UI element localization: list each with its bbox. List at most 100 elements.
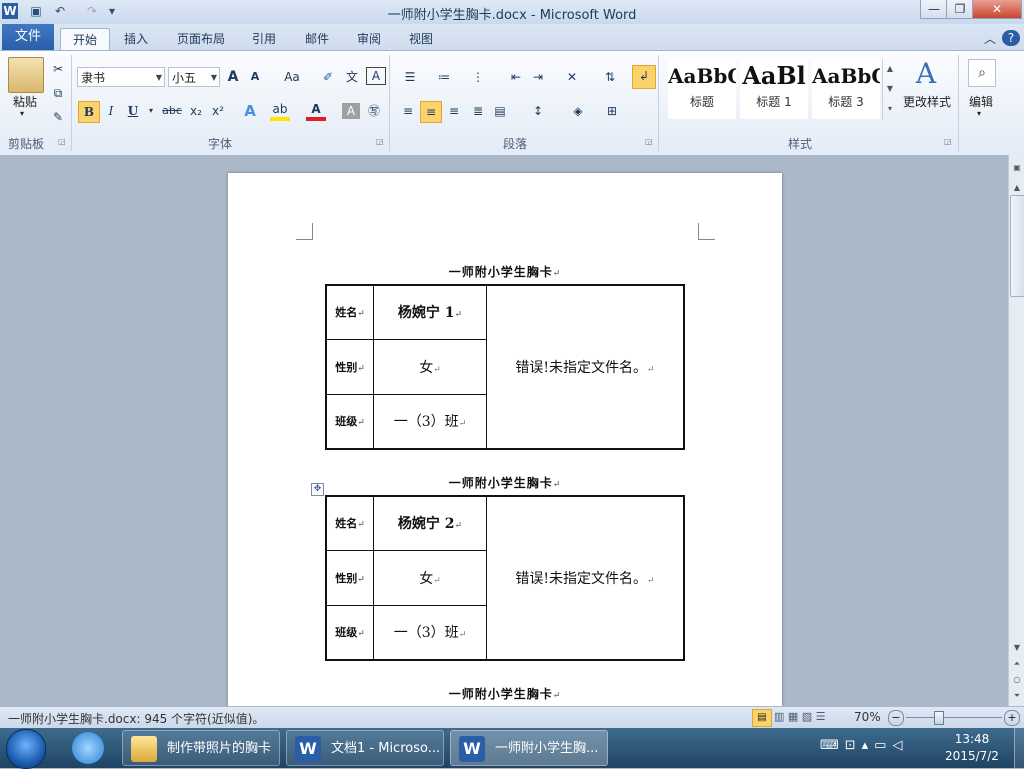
sort-icon[interactable]: ⇅	[600, 67, 620, 87]
tray-icons[interactable]: ⌨⊡▴▭◁	[820, 738, 908, 753]
help-icon[interactable]: ?	[1002, 30, 1020, 46]
superscript-button[interactable]: x²	[208, 101, 228, 121]
italic-button[interactable]: I	[102, 101, 120, 121]
previous-page-icon[interactable]: ⏶	[1009, 657, 1024, 671]
editing-button-label[interactable]: 编辑	[962, 93, 1000, 110]
tab-home[interactable]: 开始	[60, 28, 110, 51]
align-center-icon[interactable]: ≡	[420, 101, 442, 123]
close-button[interactable]: ✕	[972, 0, 1022, 19]
zoom-level[interactable]: 70%	[854, 710, 881, 724]
scroll-up-icon[interactable]: ▲	[1009, 181, 1024, 195]
styles-scroll-icon[interactable]: ▲ ▼ ▾	[882, 59, 897, 119]
browser-icon[interactable]	[72, 732, 104, 764]
clear-format-icon[interactable]: ✐	[318, 67, 338, 87]
align-right-icon[interactable]: ≡	[444, 101, 464, 121]
enclose-char-icon[interactable]: ㊢	[364, 101, 384, 121]
vertical-scrollbar[interactable]: ▣ ▲ ▼ ⏶ ○ ⏷	[1008, 155, 1024, 706]
scroll-thumb[interactable]	[1010, 195, 1024, 297]
zoom-in-button[interactable]: +	[1004, 710, 1020, 726]
justify-icon[interactable]: ≣	[468, 101, 488, 121]
start-button[interactable]	[6, 729, 46, 769]
shading-icon[interactable]: ◈	[566, 101, 590, 121]
underline-dropdown-icon[interactable]: ▾	[146, 101, 156, 121]
word-count-status[interactable]: 一师附小学生胸卡.docx: 945 个字符(近似值)。	[8, 710, 264, 727]
clock-date[interactable]: 2015/7/2	[936, 749, 1008, 763]
tab-page-layout[interactable]: 页面布局	[170, 28, 232, 50]
restore-button[interactable]: ❐	[946, 0, 974, 19]
change-case-button[interactable]: Aa	[278, 67, 306, 87]
show-marks-icon[interactable]: ↲	[632, 65, 656, 89]
tab-review[interactable]: 审阅	[349, 28, 389, 50]
style-title[interactable]: AaBbC 标题	[668, 59, 736, 119]
change-styles-icon[interactable]: A	[904, 57, 948, 90]
cut-icon[interactable]: ✂	[50, 59, 66, 79]
paste-dropdown-icon[interactable]: ▾	[20, 109, 24, 118]
gender-value-cell[interactable]: 女↵	[373, 549, 487, 606]
bullets-icon[interactable]: ☰	[398, 67, 422, 87]
phonetic-guide-icon[interactable]: 文	[342, 67, 362, 87]
taskbar-item-active-doc[interactable]: W 一师附小学生胸...	[450, 730, 608, 766]
char-shading-icon[interactable]: A	[342, 103, 360, 119]
document-workspace[interactable]: 一师附小学生胸卡↵ 姓名↵ 杨婉宁 1↵ 错误!未指定文件名。↵ 性别↵ 女↵ …	[0, 155, 1008, 733]
taskbar-item-doc1[interactable]: W 文档1 - Microso...	[286, 730, 444, 766]
increase-indent-icon[interactable]: ⇥	[528, 67, 548, 87]
font-launcher-icon[interactable]: ◲	[376, 137, 384, 146]
chinese-layout-icon[interactable]: ✕	[560, 67, 584, 87]
scroll-down-icon[interactable]: ▼	[1009, 641, 1024, 655]
copy-icon[interactable]: ⧉	[50, 83, 66, 103]
minimize-button[interactable]: —	[920, 0, 948, 19]
gender-value-cell[interactable]: 女↵	[373, 338, 487, 395]
print-layout-icon[interactable]: ▤	[752, 709, 772, 727]
paste-button-label[interactable]: 粘贴	[4, 93, 46, 110]
view-mode-icons[interactable]: ▥ ▦ ▧ ☰	[774, 710, 826, 723]
name-value-cell[interactable]: 杨婉宁 1↵	[373, 284, 487, 340]
font-color-icon[interactable]: A	[306, 101, 326, 121]
badge-table[interactable]: 姓名↵ 杨婉宁 1↵ 错误!未指定文件名。↵ 性别↵ 女↵ 班级↵ 一（3）班↵	[325, 284, 685, 450]
photo-cell[interactable]: 错误!未指定文件名。↵	[486, 284, 685, 450]
font-size-combo[interactable]: 小五 ▼	[168, 67, 220, 87]
class-value-cell[interactable]: 一（3）班↵	[373, 604, 487, 661]
paragraph-launcher-icon[interactable]: ◲	[645, 137, 653, 146]
photo-cell[interactable]: 错误!未指定文件名。↵	[486, 495, 685, 661]
highlight-color-icon[interactable]: ab	[270, 101, 290, 121]
class-value-cell[interactable]: 一（3）班↵	[373, 393, 487, 450]
numbering-icon[interactable]: ≔	[432, 67, 456, 87]
ruler-toggle-icon[interactable]: ▣	[1009, 161, 1024, 175]
next-page-icon[interactable]: ⏷	[1009, 689, 1024, 703]
tab-insert[interactable]: 插入	[116, 28, 156, 50]
char-border-icon[interactable]: A	[366, 67, 386, 85]
tab-file[interactable]: 文件	[2, 24, 54, 50]
font-name-combo[interactable]: 隶书 ▼	[77, 67, 165, 87]
multilevel-list-icon[interactable]: ⋮	[466, 67, 490, 87]
subscript-button[interactable]: x₂	[186, 101, 206, 121]
bold-button[interactable]: B	[78, 101, 100, 123]
text-effects-icon[interactable]: A	[240, 101, 260, 121]
shrink-font-button[interactable]: A	[246, 67, 264, 87]
find-icon[interactable]: ⌕	[968, 59, 996, 87]
align-left-icon[interactable]: ≡	[398, 101, 418, 121]
paste-icon[interactable]	[8, 57, 44, 93]
tab-references[interactable]: 引用	[244, 28, 284, 50]
underline-button[interactable]: U	[124, 101, 142, 121]
zoom-out-button[interactable]: −	[888, 710, 904, 726]
grow-font-button[interactable]: A	[224, 67, 242, 87]
distributed-icon[interactable]: ▤	[490, 101, 510, 121]
taskbar-item-folder[interactable]: 制作带照片的胸卡	[122, 730, 280, 766]
decrease-indent-icon[interactable]: ⇤	[506, 67, 526, 87]
strikethrough-button[interactable]: abc	[160, 101, 184, 121]
clock-time[interactable]: 13:48	[936, 732, 1008, 746]
show-desktop-button[interactable]	[1014, 728, 1024, 768]
browse-object-icon[interactable]: ○	[1009, 673, 1024, 687]
collapse-ribbon-icon[interactable]: ︿	[982, 28, 998, 50]
document-page[interactable]: 一师附小学生胸卡↵ 姓名↵ 杨婉宁 1↵ 错误!未指定文件名。↵ 性别↵ 女↵ …	[228, 173, 782, 733]
tab-view[interactable]: 视图	[401, 28, 441, 50]
clipboard-launcher-icon[interactable]: ◲	[58, 137, 66, 146]
style-heading-1[interactable]: AaBl 标题 1	[740, 59, 808, 119]
name-value-cell[interactable]: 杨婉宁 2↵	[373, 495, 487, 551]
borders-icon[interactable]: ⊞	[600, 101, 624, 121]
zoom-slider-track[interactable]	[906, 717, 1002, 718]
styles-launcher-icon[interactable]: ◲	[944, 137, 952, 146]
badge-table[interactable]: 姓名↵ 杨婉宁 2↵ 错误!未指定文件名。↵ 性别↵ 女↵ 班级↵ 一（3）班↵	[325, 495, 685, 661]
style-heading-3[interactable]: AaBbC 标题 3	[812, 59, 880, 119]
editing-dropdown-icon[interactable]: ▾	[977, 109, 981, 118]
